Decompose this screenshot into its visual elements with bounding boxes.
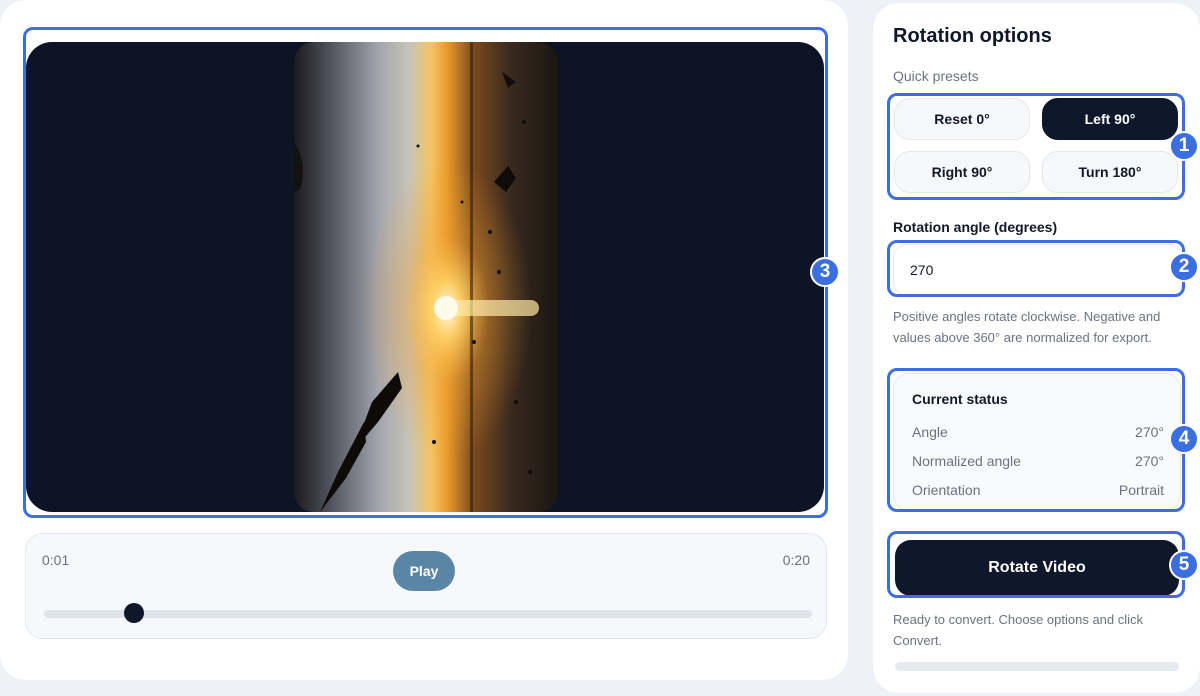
status-title: Current status bbox=[912, 391, 1008, 407]
current-status-box: Current status Angle 270° Normalized ang… bbox=[893, 373, 1181, 511]
video-thumbnail-image bbox=[294, 42, 558, 512]
preset-left-90-button[interactable]: Left 90° bbox=[1042, 98, 1178, 140]
status-label: Angle bbox=[912, 424, 948, 440]
rotate-video-button[interactable]: Rotate Video bbox=[895, 540, 1179, 596]
seek-track[interactable] bbox=[44, 610, 812, 618]
conversion-status-text: Ready to convert. Choose options and cli… bbox=[893, 612, 1144, 648]
status-label: Orientation bbox=[912, 482, 981, 498]
preset-reset-button[interactable]: Reset 0° bbox=[894, 98, 1030, 140]
video-preview-card: 0:01 0:20 Play bbox=[0, 0, 848, 680]
rotation-help-text: Positive angles rotate clockwise. Negati… bbox=[893, 309, 1161, 345]
status-value: 270° bbox=[1135, 424, 1164, 440]
status-label: Normalized angle bbox=[912, 453, 1021, 469]
step-badge-4: 4 bbox=[1169, 424, 1199, 454]
conversion-progress-bar bbox=[895, 662, 1179, 671]
rotation-angle-label: Rotation angle (degrees) bbox=[893, 219, 1058, 235]
step-badge-2: 2 bbox=[1169, 252, 1199, 282]
preset-right-90-button[interactable]: Right 90° bbox=[894, 151, 1030, 193]
video-frame[interactable] bbox=[294, 42, 558, 512]
step-badge-5: 5 bbox=[1169, 550, 1199, 580]
rotation-options-panel: Rotation options Quick presets Reset 0° … bbox=[873, 3, 1200, 693]
status-row-orientation: Orientation Portrait bbox=[912, 482, 1164, 498]
quick-presets-label: Quick presets bbox=[893, 68, 979, 84]
play-button[interactable]: Play bbox=[393, 551, 455, 591]
current-time: 0:01 bbox=[42, 552, 70, 568]
video-stage bbox=[26, 42, 824, 512]
rotation-angle-input[interactable] bbox=[893, 244, 1183, 296]
step-badge-3: 3 bbox=[810, 257, 840, 287]
status-row-normalized-angle: Normalized angle 270° bbox=[912, 453, 1164, 469]
step-badge-1: 1 bbox=[1169, 131, 1199, 161]
player-controls: 0:01 0:20 Play bbox=[25, 533, 827, 639]
seek-thumb[interactable] bbox=[124, 603, 145, 623]
preset-turn-180-button[interactable]: Turn 180° bbox=[1042, 151, 1178, 193]
status-value: Portrait bbox=[1118, 482, 1164, 498]
panel-title: Rotation options bbox=[893, 25, 1052, 47]
status-row-angle: Angle 270° bbox=[912, 424, 1164, 440]
status-value: 270° bbox=[1135, 453, 1164, 469]
duration-time: 0:20 bbox=[782, 552, 810, 568]
